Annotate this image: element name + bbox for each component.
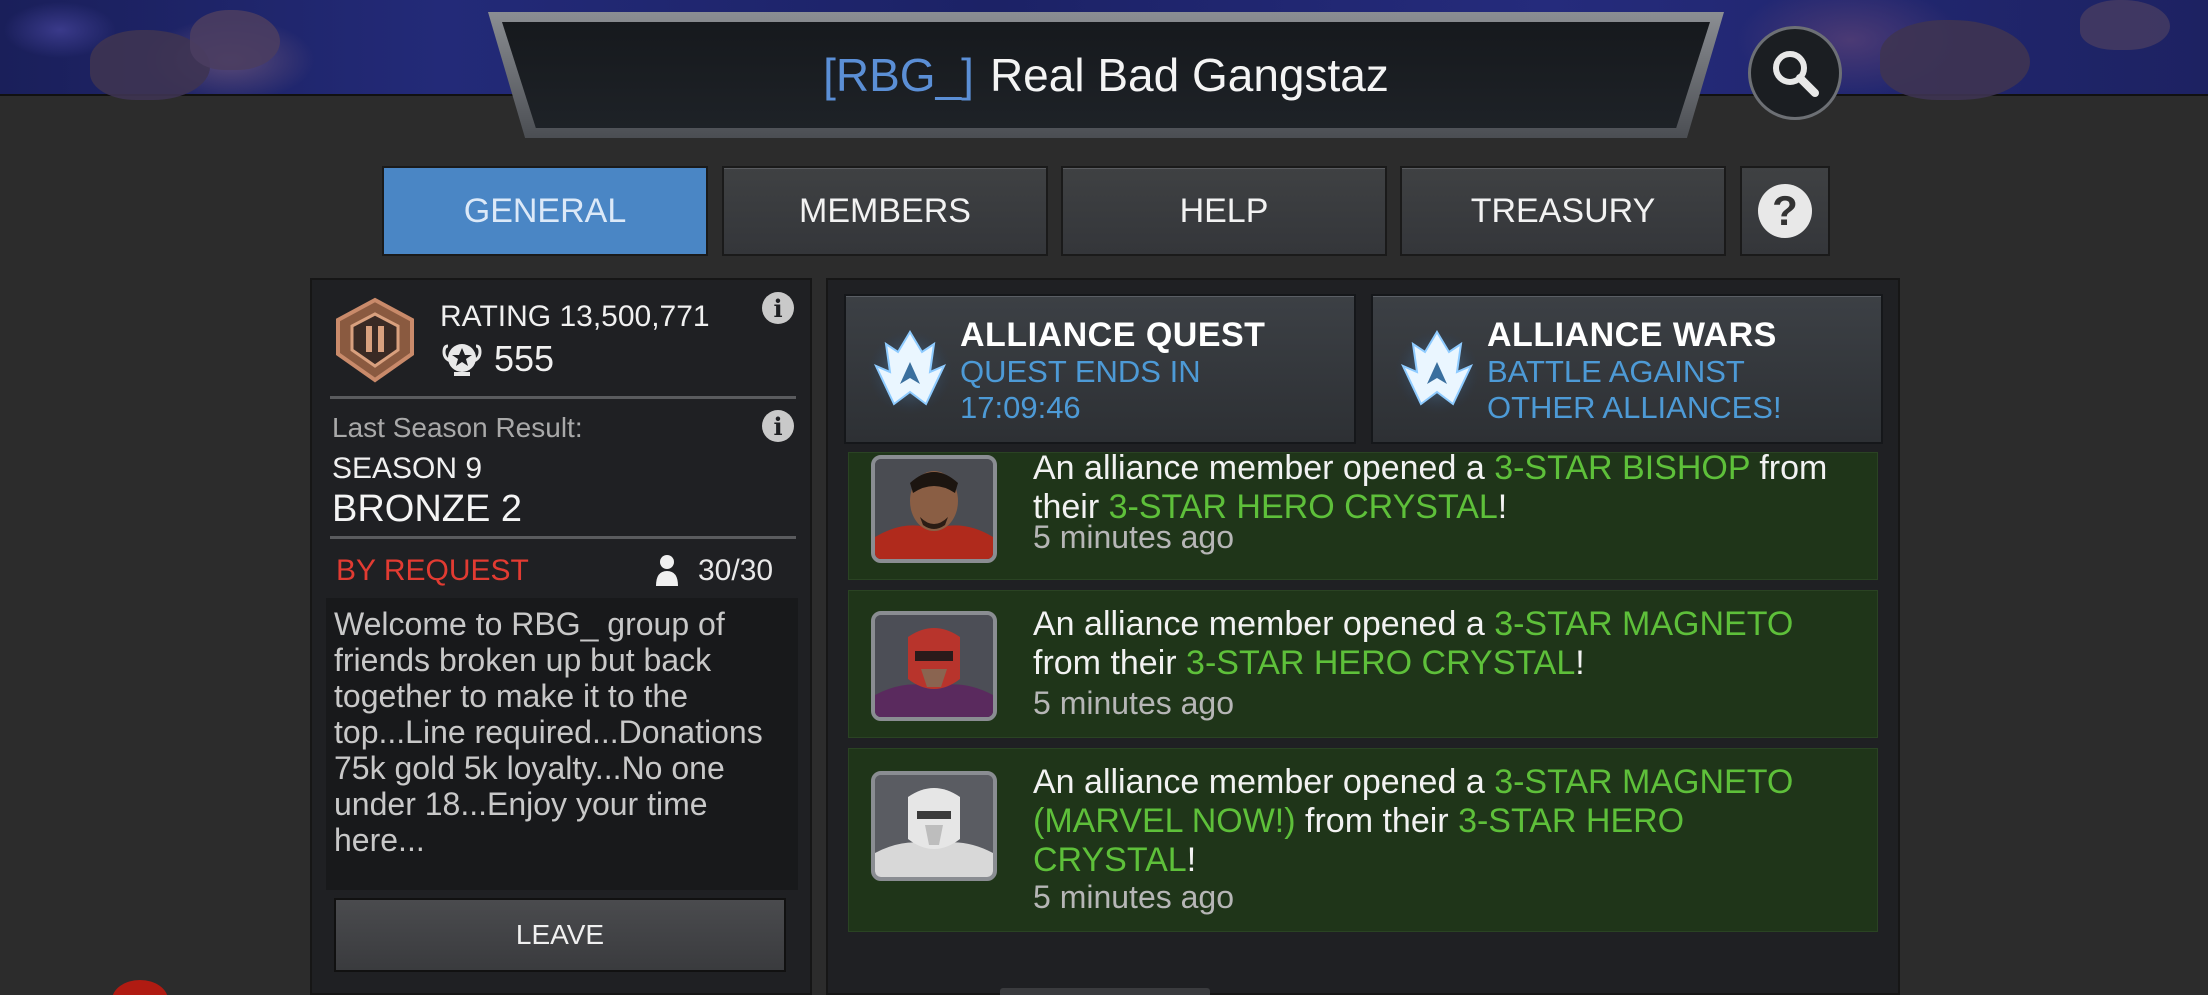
member-count: 30/30: [698, 554, 774, 587]
feed-timestamp: 5 minutes ago: [1033, 879, 1235, 915]
join-type: BY REQUEST: [336, 554, 529, 587]
feed-message-suffix: !: [1575, 644, 1585, 682]
bottom-drawer-handle[interactable]: [1000, 988, 1210, 995]
champion-portrait-magneto-marvel-now: [871, 771, 997, 881]
alliance-rank-badge-icon: [336, 297, 414, 383]
champion-portrait-image: [875, 775, 993, 877]
feed-message-suffix: !: [1497, 488, 1508, 526]
feed-message-prefix: An alliance member opened a: [1033, 605, 1495, 643]
feed-crystal: 3-STAR HERO CRYSTAL: [1186, 644, 1576, 682]
alliance-tag: [RBG_]: [823, 49, 974, 101]
tab-members-label: MEMBERS: [799, 191, 971, 230]
person-icon: [656, 555, 678, 586]
alliance-wars-title: ALLIANCE WARS: [1487, 316, 1777, 354]
tab-treasury[interactable]: TREASURY: [1400, 166, 1726, 256]
alliance-trophies: 555: [494, 338, 555, 379]
champion-portrait-image: [875, 615, 993, 717]
search-icon: [1773, 51, 1819, 97]
alliance-wars-subtitle: BATTLE AGAINST OTHER ALLIANCES!: [1487, 354, 1867, 426]
notification-button-edge[interactable]: [112, 980, 168, 995]
alliance-title: [RBG_] Real Bad Gangstaz: [502, 22, 1710, 128]
feed-message-middle: from their: [1295, 802, 1459, 840]
divider: [330, 396, 796, 399]
leave-button[interactable]: LEAVE: [334, 898, 786, 972]
alliance-activity-panel: ALLIANCE QUEST QUEST ENDS IN 17:09:46 AL…: [826, 278, 1900, 995]
feed-message: An alliance member opened a 3-STAR MAGNE…: [1033, 763, 1853, 880]
season-number: SEASON 9: [332, 452, 483, 485]
feed-message: An alliance member opened a 3-STAR BISHO…: [1033, 449, 1853, 527]
feed-message: An alliance member opened a 3-STAR MAGNE…: [1033, 605, 1853, 683]
search-button[interactable]: [1748, 26, 1842, 120]
alliance-wars-card[interactable]: ALLIANCE WARS BATTLE AGAINST OTHER ALLIA…: [1371, 294, 1883, 444]
feed-item: An alliance member opened a 3-STAR MAGNE…: [848, 590, 1878, 738]
alliance-name: Real Bad Gangstaz: [989, 49, 1389, 101]
alliance-rating: RATING 13,500,771: [440, 300, 710, 333]
feed-message-prefix: An alliance member opened a: [1033, 763, 1495, 801]
season-tier: BRONZE 2: [332, 488, 523, 530]
alliance-flame-icon: [1395, 330, 1479, 414]
feed-message-suffix: !: [1186, 841, 1197, 879]
divider: [330, 536, 796, 539]
tab-general[interactable]: GENERAL: [382, 166, 708, 256]
help-button[interactable]: ?: [1740, 166, 1830, 256]
feed-timestamp: 5 minutes ago: [1033, 685, 1235, 721]
tab-help[interactable]: HELP: [1061, 166, 1387, 256]
asteroid-decoration: [1880, 20, 2030, 100]
asteroid-decoration: [190, 10, 280, 70]
alliance-info-panel: RATING 13,500,771 555 i Last Season Resu…: [310, 278, 812, 995]
tab-members[interactable]: MEMBERS: [722, 166, 1048, 256]
question-icon: ?: [1758, 184, 1812, 238]
leave-button-label: LEAVE: [515, 919, 605, 950]
alliance-flame-icon: [868, 330, 952, 414]
tab-general-label: GENERAL: [463, 191, 627, 230]
alliance-quest-title: ALLIANCE QUEST: [960, 316, 1266, 354]
alliance-description: Welcome to RBG_ group of friends broken …: [326, 598, 798, 890]
champion-portrait-magneto: [871, 611, 997, 721]
last-season-label: Last Season Result:: [332, 412, 583, 443]
alliance-wars-subtitle-line: BATTLE AGAINST: [1487, 354, 1745, 389]
asteroid-decoration: [2080, 0, 2170, 50]
alliance-quest-card[interactable]: ALLIANCE QUEST QUEST ENDS IN 17:09:46: [844, 294, 1356, 444]
feed-champion: 3-STAR MAGNETO: [1494, 605, 1794, 643]
feed-item: An alliance member opened a 3-STAR MAGNE…: [848, 748, 1878, 932]
tab-help-label: HELP: [1179, 191, 1269, 230]
feed-champion: 3-STAR BISHOP: [1494, 449, 1750, 487]
feed-message-middle: from their: [1033, 644, 1187, 682]
info-icon[interactable]: i: [762, 292, 794, 324]
alliance-quest-subtitle-line: QUEST ENDS IN: [960, 354, 1201, 389]
trophy-star-icon: [442, 344, 482, 376]
alliance-quest-subtitle: QUEST ENDS IN 17:09:46: [960, 354, 1340, 426]
feed-message-prefix: An alliance member opened a: [1033, 449, 1495, 487]
alliance-wars-subtitle-line: OTHER ALLIANCES!: [1487, 390, 1782, 425]
feed-item: An alliance member opened a 3-STAR BISHO…: [848, 449, 1878, 580]
alliance-quest-timer: 17:09:46: [960, 390, 1081, 425]
champion-portrait-image: [875, 459, 993, 559]
champion-portrait-bishop: [871, 455, 997, 563]
feed-timestamp: 5 minutes ago: [1033, 519, 1235, 555]
info-icon[interactable]: i: [762, 410, 794, 442]
tab-treasury-label: TREASURY: [1470, 191, 1656, 230]
